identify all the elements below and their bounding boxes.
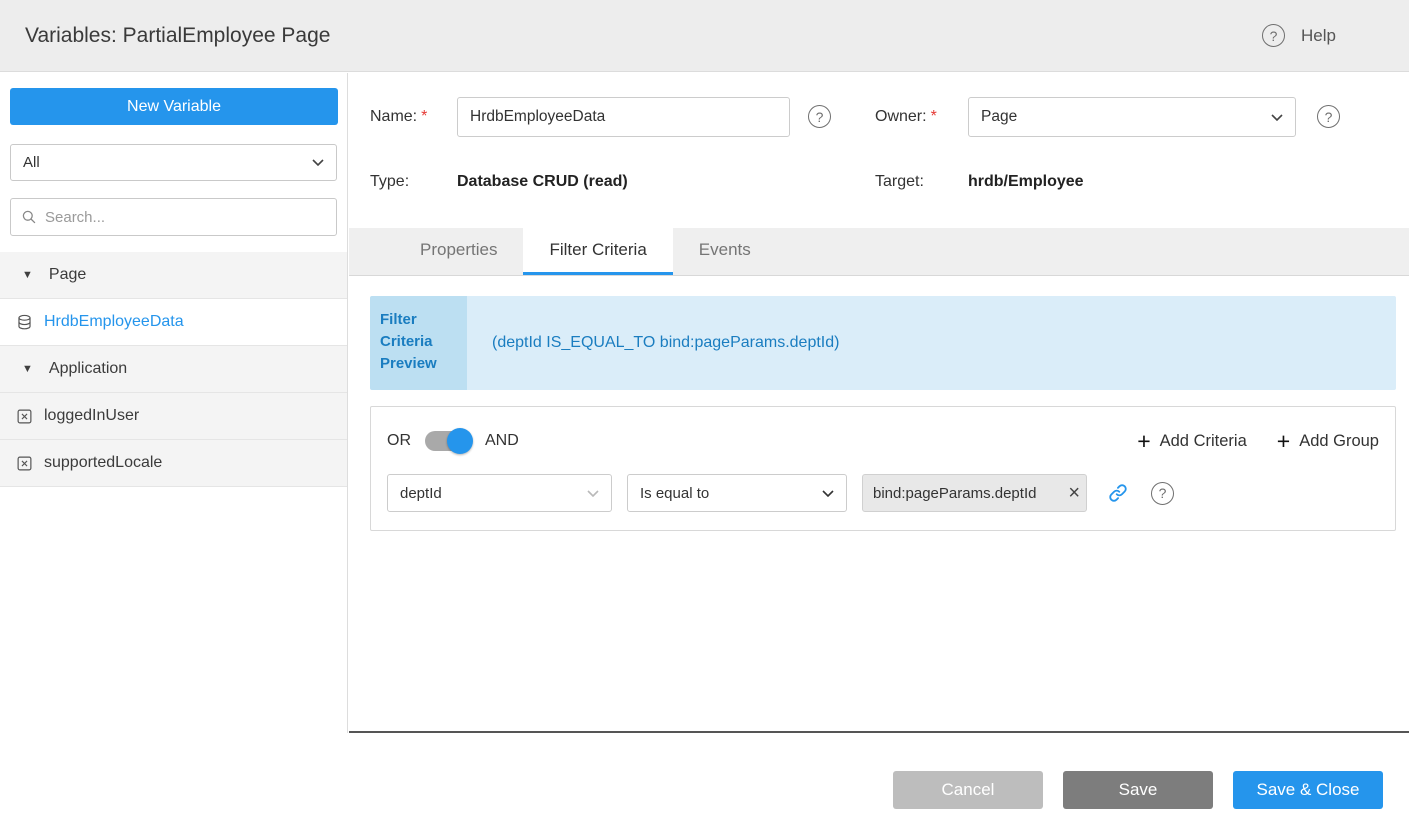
new-variable-button[interactable]: New Variable — [10, 88, 338, 125]
variables-sidebar: New Variable All ▼ Page HrdbEmployeeData… — [0, 73, 348, 733]
criteria-actions: + Add Criteria + Add Group — [1137, 430, 1379, 453]
variables-tree: ▼ Page HrdbEmployeeData ▼ Application lo… — [0, 252, 347, 487]
title-bar: Variables: PartialEmployee Page ? Help — [0, 0, 1409, 72]
operator-select[interactable]: Is equal to — [627, 474, 847, 512]
toggle-knob — [447, 428, 473, 454]
sidebar-item-loggedinuser[interactable]: loggedInUser — [0, 393, 347, 440]
sidebar-group-page[interactable]: ▼ Page — [0, 252, 347, 299]
collapse-triangle-icon: ▼ — [22, 270, 33, 281]
add-group-button[interactable]: + Add Group — [1277, 430, 1379, 453]
name-label: Name:* — [370, 97, 427, 137]
variable-detail-panel: Name:* ? Owner:* Page ? Type: Database C… — [349, 73, 1409, 733]
sidebar-item-supportedlocale[interactable]: supportedLocale — [0, 440, 347, 487]
clear-bind-icon[interactable]: × — [1068, 483, 1080, 503]
plus-icon: + — [1277, 430, 1290, 453]
bind-link-icon[interactable] — [1107, 482, 1129, 504]
target-label: Target: — [875, 167, 924, 197]
add-criteria-label: Add Criteria — [1160, 432, 1247, 451]
variable-form: Name:* ? Owner:* Page ? Type: Database C… — [349, 73, 1409, 228]
owner-value: Page — [981, 108, 1017, 126]
criteria-row: deptId Is equal to bind:pageParams.deptI… — [387, 474, 1379, 512]
save-and-close-button[interactable]: Save & Close — [1233, 771, 1383, 809]
type-value: Database CRUD (read) — [457, 167, 628, 197]
save-button[interactable]: Save — [1063, 771, 1213, 809]
search-icon — [21, 209, 37, 225]
field-select[interactable]: deptId — [387, 474, 612, 512]
bind-value-text: bind:pageParams.deptId — [873, 485, 1066, 502]
filter-criteria-preview: Filter Criteria Preview (deptId IS_EQUAL… — [370, 296, 1396, 390]
preview-label: Filter Criteria Preview — [370, 296, 467, 390]
filter-criteria-panel: Filter Criteria Preview (deptId IS_EQUAL… — [349, 276, 1409, 731]
group-label: Application — [49, 360, 127, 378]
owner-select[interactable]: Page — [968, 97, 1296, 137]
search-input[interactable] — [45, 209, 326, 226]
criteria-help-icon[interactable]: ? — [1151, 482, 1174, 505]
database-variable-icon — [16, 314, 33, 331]
criteria-builder: OR AND + Add Criteria + Add Group — [370, 406, 1396, 531]
model-variable-icon — [16, 455, 33, 472]
owner-label: Owner:* — [875, 97, 937, 137]
tab-properties[interactable]: Properties — [394, 228, 523, 275]
name-input[interactable] — [457, 97, 790, 137]
and-label: AND — [485, 432, 519, 450]
dialog-footer: Cancel Save Save & Close — [0, 733, 1409, 838]
cancel-button[interactable]: Cancel — [893, 771, 1043, 809]
variable-type-filter-value: All — [23, 154, 40, 171]
owner-help-icon[interactable]: ? — [1317, 105, 1340, 128]
operator-value: Is equal to — [640, 485, 709, 502]
collapse-triangle-icon: ▼ — [22, 364, 33, 375]
required-marker: * — [421, 108, 427, 125]
target-value: hrdb/Employee — [968, 167, 1084, 197]
add-criteria-button[interactable]: + Add Criteria — [1137, 430, 1247, 453]
tab-filter-criteria[interactable]: Filter Criteria — [523, 228, 672, 275]
type-label: Type: — [370, 167, 409, 197]
or-label: OR — [387, 432, 411, 450]
variable-type-filter-dropdown[interactable]: All — [10, 144, 337, 181]
chevron-down-icon — [587, 490, 599, 497]
help-icon: ? — [1262, 24, 1285, 47]
chevron-down-icon — [1271, 114, 1283, 121]
bind-value-field[interactable]: bind:pageParams.deptId × — [862, 474, 1087, 512]
preview-expression: (deptId IS_EQUAL_TO bind:pageParams.dept… — [467, 296, 1396, 390]
page-title: Variables: PartialEmployee Page — [25, 24, 330, 48]
plus-icon: + — [1137, 430, 1150, 453]
name-help-icon[interactable]: ? — [808, 105, 831, 128]
field-value: deptId — [400, 485, 442, 502]
sidebar-item-hrdbemployeedata[interactable]: HrdbEmployeeData — [0, 299, 347, 346]
variable-label: supportedLocale — [44, 454, 162, 472]
criteria-toolbar: OR AND + Add Criteria + Add Group — [387, 421, 1379, 461]
variable-search-box — [10, 198, 337, 236]
help-button[interactable]: ? Help — [1262, 24, 1336, 47]
model-variable-icon — [16, 408, 33, 425]
variable-label: loggedInUser — [44, 407, 139, 425]
chevron-down-icon — [822, 490, 834, 497]
group-label: Page — [49, 266, 86, 284]
sidebar-group-application[interactable]: ▼ Application — [0, 346, 347, 393]
chevron-down-icon — [312, 159, 324, 166]
help-label: Help — [1301, 26, 1336, 46]
add-group-label: Add Group — [1299, 432, 1379, 451]
or-and-toggle[interactable] — [425, 431, 471, 451]
detail-tabs: Properties Filter Criteria Events — [349, 228, 1409, 276]
variable-label: HrdbEmployeeData — [44, 313, 184, 331]
tab-events[interactable]: Events — [673, 228, 777, 275]
required-marker: * — [931, 108, 937, 125]
